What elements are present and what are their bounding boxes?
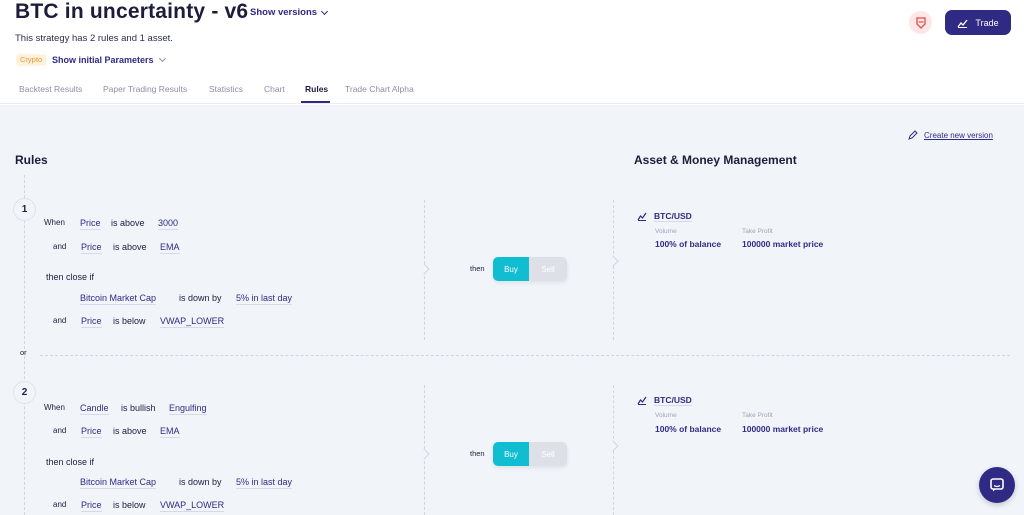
strategy-header: BTC in uncertainty - v6 Show versions Th… bbox=[0, 0, 1024, 104]
category-badge: Crypto bbox=[16, 54, 47, 66]
rule-number: 2 bbox=[13, 381, 36, 404]
condition-operator: is above bbox=[113, 426, 147, 436]
and-keyword: and bbox=[53, 500, 67, 509]
condition-subject[interactable]: Price bbox=[81, 426, 102, 438]
condition-subject[interactable]: Price bbox=[81, 242, 102, 254]
asset-pair-label: BTC/USD bbox=[654, 395, 692, 406]
create-new-version-label: Create new version bbox=[924, 130, 993, 140]
and-keyword: and bbox=[53, 426, 67, 435]
then-label: then bbox=[470, 264, 485, 273]
timeline-line bbox=[24, 175, 25, 515]
rules-title: Rules bbox=[15, 153, 48, 167]
take-profit-label: Take Profit bbox=[742, 412, 773, 419]
rule-separator bbox=[40, 355, 1010, 356]
asset-management-title: Asset & Money Management bbox=[634, 153, 797, 167]
close-if-label: then close if bbox=[46, 272, 95, 282]
close-condition-subject[interactable]: Bitcoin Market Cap bbox=[80, 293, 157, 305]
condition-operator: is above bbox=[113, 242, 147, 252]
chart-icon bbox=[957, 19, 968, 28]
show-versions-label: Show versions bbox=[250, 7, 318, 18]
chevron-down-icon bbox=[321, 7, 329, 15]
asset-pair[interactable]: BTC/USD bbox=[637, 395, 692, 406]
and-keyword: and bbox=[53, 242, 67, 251]
show-versions-button[interactable]: Show versions bbox=[250, 7, 329, 18]
condition-value[interactable]: EMA bbox=[160, 242, 180, 254]
volume-value: 100% of balance bbox=[655, 239, 722, 249]
buy-sell-toggle: Buy Sell bbox=[493, 257, 567, 281]
buy-button[interactable]: Buy bbox=[493, 257, 529, 281]
close-condition-subject[interactable]: Price bbox=[81, 316, 102, 328]
chart-icon bbox=[637, 212, 647, 221]
page-title: BTC in uncertainty - v6 bbox=[15, 0, 249, 23]
rule-number: 1 bbox=[13, 198, 36, 221]
close-condition-subject[interactable]: Bitcoin Market Cap bbox=[80, 477, 157, 489]
close-condition-value[interactable]: 5% in last day bbox=[236, 477, 293, 489]
asset-pair-label: BTC/USD bbox=[654, 211, 692, 222]
close-condition-value[interactable]: 5% in last day bbox=[236, 293, 293, 305]
take-profit-value: 100000 market price bbox=[742, 424, 824, 434]
column-divider bbox=[613, 200, 614, 340]
chevron-right-icon bbox=[607, 255, 619, 267]
tab-rules[interactable]: Rules bbox=[305, 84, 328, 94]
tab-statistics[interactable]: Statistics bbox=[209, 84, 243, 94]
close-if-label: then close if bbox=[46, 457, 95, 467]
chat-icon bbox=[990, 478, 1004, 492]
take-profit-value: 100000 market price bbox=[742, 239, 824, 249]
close-condition-operator: is down by bbox=[179, 477, 222, 487]
condition-value[interactable]: Engulfing bbox=[169, 403, 207, 415]
show-initial-parameters-button[interactable]: Show initial Parameters bbox=[52, 54, 166, 65]
buy-sell-toggle: Buy Sell bbox=[493, 442, 567, 466]
close-condition-value[interactable]: VWAP_LOWER bbox=[160, 500, 225, 512]
close-condition-operator: is down by bbox=[179, 293, 222, 303]
pencil-icon bbox=[908, 130, 918, 140]
close-condition-operator: is below bbox=[113, 500, 146, 510]
when-keyword: When bbox=[44, 403, 65, 412]
create-new-version-link[interactable]: Create new version bbox=[908, 130, 993, 140]
asset-pair[interactable]: BTC/USD bbox=[637, 211, 692, 222]
shield-button[interactable] bbox=[909, 11, 932, 34]
take-profit-label: Take Profit bbox=[742, 228, 773, 235]
sell-button[interactable]: Sell bbox=[529, 257, 567, 281]
close-condition-value[interactable]: VWAP_LOWER bbox=[160, 316, 225, 328]
chevron-right-icon bbox=[418, 448, 430, 460]
active-tab-indicator bbox=[301, 101, 330, 103]
or-label: or bbox=[20, 348, 27, 357]
condition-subject[interactable]: Price bbox=[80, 218, 101, 230]
close-condition-subject[interactable]: Price bbox=[81, 500, 102, 512]
when-keyword: When bbox=[44, 218, 65, 227]
condition-operator: is bullish bbox=[121, 403, 156, 413]
condition-subject[interactable]: Candle bbox=[80, 403, 109, 415]
tab-trade-chart-alpha[interactable]: Trade Chart Alpha bbox=[345, 84, 414, 94]
condition-value[interactable]: 3000 bbox=[158, 218, 179, 230]
chevron-right-icon bbox=[418, 263, 430, 275]
chevron-down-icon bbox=[158, 54, 166, 63]
tab-backtest-results[interactable]: Backtest Results bbox=[19, 84, 82, 94]
buy-button[interactable]: Buy bbox=[493, 442, 529, 466]
strategy-summary: This strategy has 2 rules and 1 asset. bbox=[15, 33, 173, 44]
rules-content: Create new version Rules Asset & Money M… bbox=[0, 105, 1024, 515]
condition-operator: is above bbox=[111, 218, 145, 228]
volume-label: Volume bbox=[655, 228, 677, 235]
condition-value[interactable]: EMA bbox=[160, 426, 180, 438]
tab-paper-trading-results[interactable]: Paper Trading Results bbox=[103, 84, 187, 94]
trade-label: Trade bbox=[975, 17, 999, 28]
sell-button[interactable]: Sell bbox=[529, 442, 567, 466]
then-label: then bbox=[470, 449, 485, 458]
trade-button[interactable]: Trade bbox=[945, 10, 1011, 35]
volume-value: 100% of balance bbox=[655, 424, 722, 434]
tab-bar: Backtest Results Paper Trading Results S… bbox=[0, 78, 1024, 104]
initial-parameters-label: Show initial Parameters bbox=[52, 55, 154, 65]
and-keyword: and bbox=[53, 316, 67, 325]
volume-label: Volume bbox=[655, 412, 677, 419]
shield-icon bbox=[915, 16, 926, 29]
chat-button[interactable] bbox=[979, 467, 1015, 503]
chevron-right-icon bbox=[607, 440, 619, 452]
close-condition-operator: is below bbox=[113, 316, 146, 326]
tab-chart[interactable]: Chart bbox=[264, 84, 285, 94]
chart-icon bbox=[637, 396, 647, 405]
